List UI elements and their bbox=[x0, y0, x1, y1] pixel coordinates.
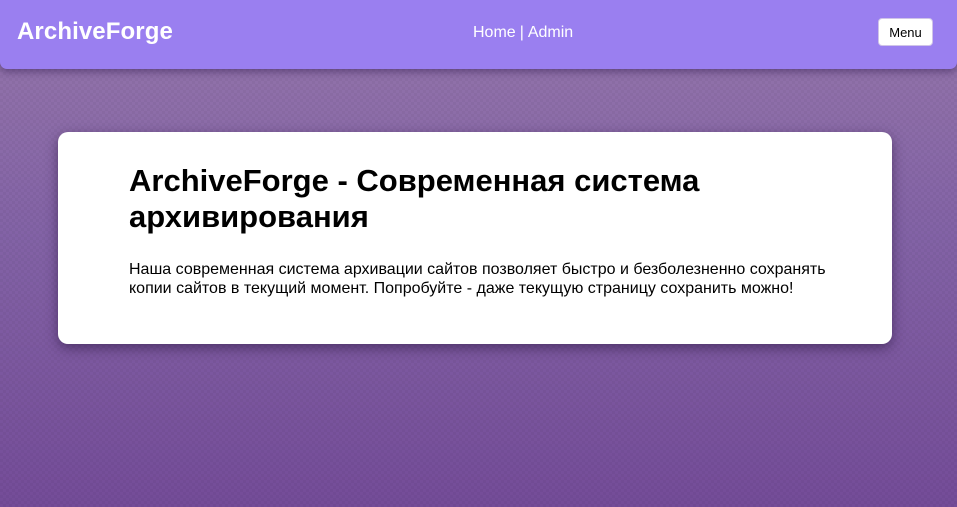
brand-logo-text[interactable]: ArchiveForge bbox=[17, 18, 173, 46]
page-title: ArchiveForge - Современная система архив… bbox=[129, 163, 700, 234]
nav-separator: | bbox=[519, 24, 524, 41]
top-navbar: ArchiveForge Home | Admin Menu bbox=[0, 0, 957, 69]
intro-card: ArchiveForge - Современная система архив… bbox=[58, 132, 892, 344]
nav-links: Home | Admin bbox=[473, 24, 573, 42]
intro-description: Наша современная система архивации сайто… bbox=[129, 261, 826, 297]
menu-button[interactable]: Menu bbox=[878, 18, 933, 46]
nav-link-admin[interactable]: Admin bbox=[528, 24, 573, 41]
nav-link-home[interactable]: Home bbox=[473, 24, 516, 41]
